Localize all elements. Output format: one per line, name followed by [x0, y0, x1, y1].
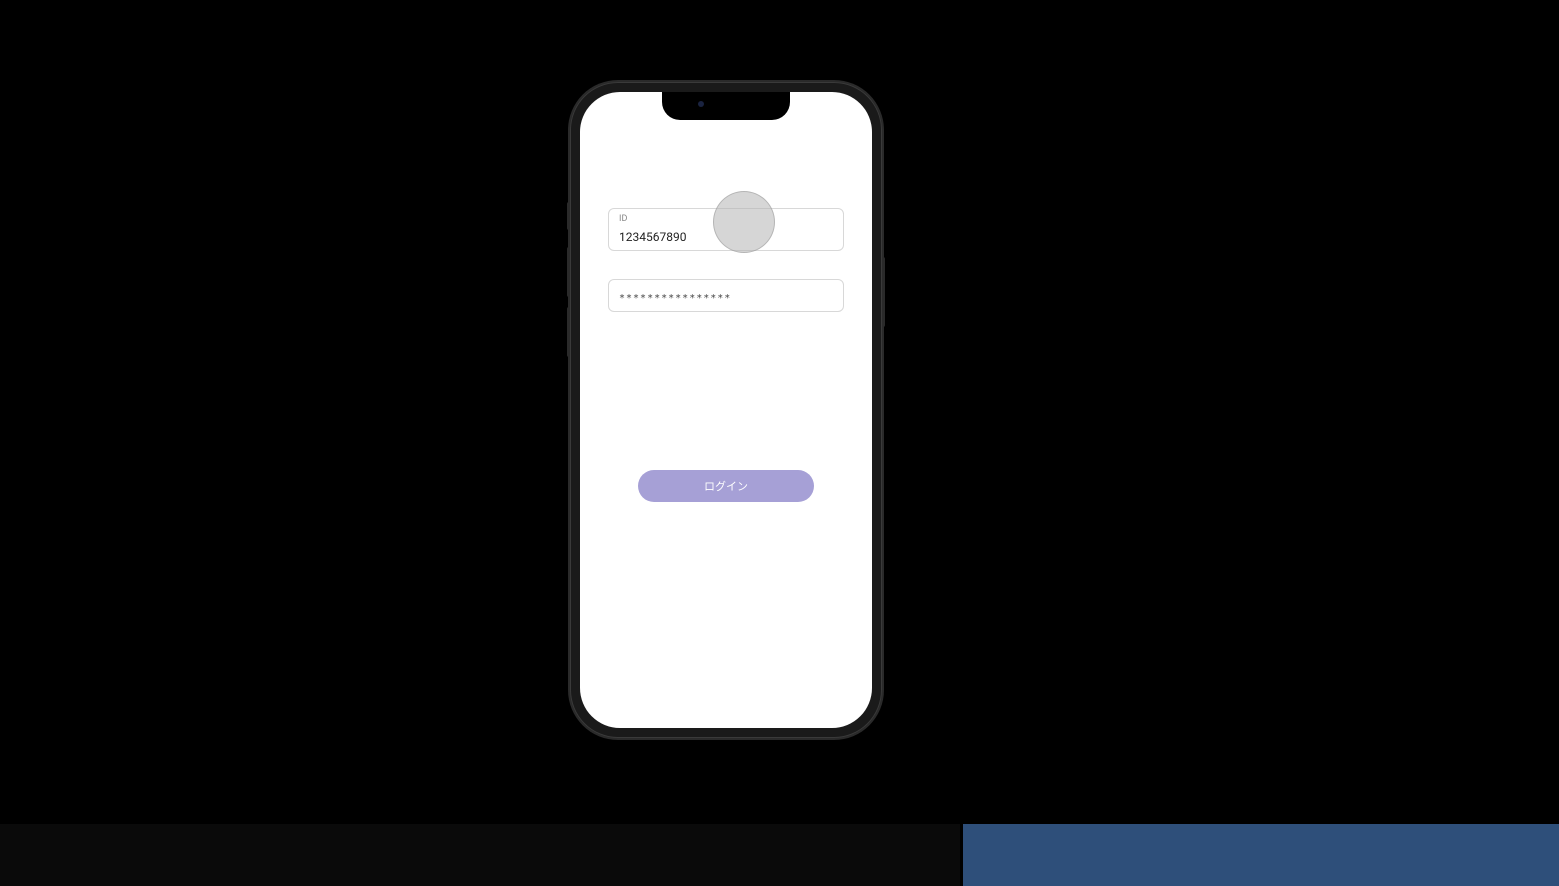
- password-field[interactable]: ****************: [619, 285, 833, 306]
- phone-notch: [662, 92, 790, 120]
- phone-device-frame: ID 1234567890 **************** ログイン: [570, 82, 882, 738]
- id-input-group[interactable]: ID 1234567890: [608, 208, 844, 251]
- phone-side-button: [567, 202, 570, 230]
- bottom-bar-right: [963, 824, 1559, 886]
- password-input-group[interactable]: ****************: [608, 279, 844, 312]
- bottom-bar-left: [0, 824, 960, 886]
- id-field-label: ID: [619, 214, 833, 224]
- phone-power-button: [882, 257, 885, 327]
- camera-icon: [698, 101, 704, 107]
- login-button[interactable]: ログイン: [638, 470, 814, 502]
- login-form: ID 1234567890 **************** ログイン: [580, 92, 872, 502]
- phone-screen: ID 1234567890 **************** ログイン: [580, 92, 872, 728]
- phone-volume-down-button: [567, 307, 570, 357]
- phone-volume-up-button: [567, 247, 570, 297]
- id-field[interactable]: 1234567890: [619, 230, 686, 244]
